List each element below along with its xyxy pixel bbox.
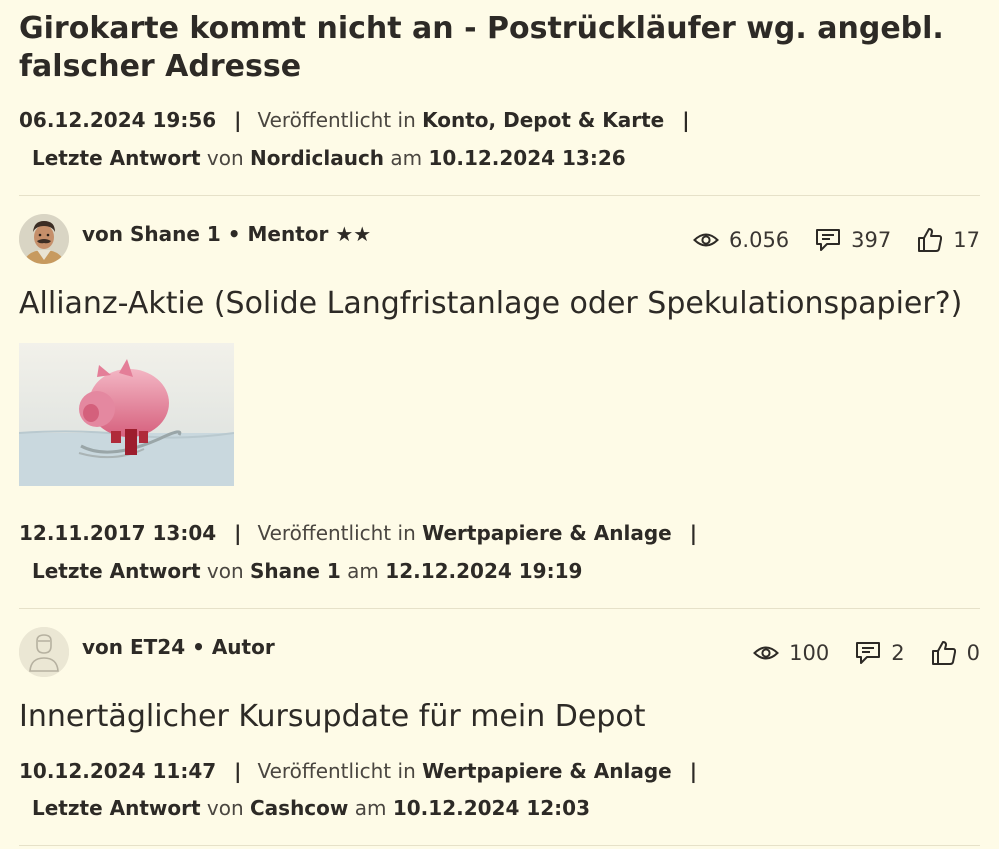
topic-stats: 100 2 0 (727, 640, 980, 666)
last-reply-date-link[interactable]: 12.12.2024 19:19 (385, 559, 582, 583)
separator: | (689, 521, 698, 545)
replies-count: 397 (851, 228, 892, 252)
separator: | (234, 521, 242, 545)
board-link[interactable]: Wertpapiere & Anlage (422, 521, 672, 545)
replies-count: 2 (891, 641, 905, 665)
post-date: 06.12.2024 19:56 (19, 108, 217, 132)
topic-title-link[interactable]: Allianz-Aktie (Solide Langfristanlage od… (19, 285, 962, 323)
am-label: am (354, 796, 387, 820)
last-reply-label: Letzte Antwort (32, 796, 201, 820)
comment-icon (816, 229, 841, 251)
last-reply-label: Letzte Antwort (32, 559, 201, 583)
am-label: am (390, 146, 423, 170)
separator: | (689, 759, 698, 783)
avatar[interactable] (19, 214, 69, 264)
comment-icon (856, 642, 881, 664)
divider (19, 608, 980, 609)
last-reply-line: Letzte Antwort von Nordiclauch am 10.12.… (32, 145, 626, 171)
likes-count: 17 (953, 228, 980, 252)
topic-thumbnail[interactable] (19, 343, 234, 486)
published-label: Veröffentlicht in (257, 108, 416, 132)
piggy-bank-image (19, 343, 234, 486)
board-link[interactable]: Wertpapiere & Anlage (422, 759, 672, 783)
post-date: 12.11.2017 13:04 (19, 521, 217, 545)
topic-meta: 06.12.2024 19:56 | Veröffentlicht in Konto… (19, 107, 706, 133)
replies-stat: 397 (815, 228, 891, 252)
author-row: von Shane 1 • Mentor ★★ 6.056 397 17 (19, 214, 980, 264)
likes-count: 0 (966, 641, 980, 665)
published-label: Veröffentlicht in (257, 759, 416, 783)
author-line[interactable]: von ET24 • Autor (82, 635, 275, 659)
last-reply-user-link[interactable]: Shane 1 (250, 559, 341, 583)
von-label: von (206, 796, 244, 820)
topic-title-link[interactable]: Girokarte kommt nicht an - Postrückläufe… (19, 10, 979, 86)
views-stat: 100 (753, 641, 829, 665)
views-count: 6.056 (729, 228, 790, 252)
last-reply-line: Letzte Antwort von Cashcow am 10.12.2024… (32, 795, 590, 821)
separator: | (682, 108, 690, 132)
divider (19, 195, 980, 196)
views-count: 100 (789, 641, 830, 665)
post-date: 10.12.2024 11:47 (19, 759, 217, 783)
separator: | (234, 108, 242, 132)
thumbs-up-icon (931, 641, 956, 665)
am-label: am (347, 559, 379, 583)
separator: | (234, 759, 242, 783)
likes-stat: 17 (917, 227, 980, 253)
von-label: von (206, 559, 244, 583)
last-reply-date-link[interactable]: 10.12.2024 12:03 (393, 796, 590, 820)
last-reply-label: Letzte Antwort (32, 146, 201, 170)
views-stat: 6.056 (693, 228, 789, 252)
eye-icon (693, 233, 719, 247)
von-label: von (206, 146, 244, 170)
last-reply-user-link[interactable]: Cashcow (250, 796, 348, 820)
topic-meta: 10.12.2024 11:47 | Veröffentlicht in Wertp… (19, 758, 713, 784)
author-row: von ET24 • Autor 100 2 0 (19, 627, 980, 677)
topic-meta: 12.11.2017 13:04 | Veröffentlicht in Wertp… (19, 520, 713, 546)
replies-stat: 2 (855, 641, 905, 665)
topic-title-link[interactable]: Innertäglicher Kursupdate für mein Depot (19, 698, 645, 736)
published-label: Veröffentlicht in (257, 521, 416, 545)
thumbs-up-icon (918, 228, 943, 252)
eye-icon (753, 646, 780, 660)
likes-stat: 0 (931, 640, 980, 666)
avatar[interactable] (19, 627, 69, 677)
last-reply-date-link[interactable]: 10.12.2024 13:26 (429, 146, 626, 170)
default-user-icon (19, 627, 69, 677)
last-reply-user-link[interactable]: Nordiclauch (250, 146, 384, 170)
user-photo-icon (19, 214, 69, 264)
divider (19, 845, 980, 846)
last-reply-line: Letzte Antwort von Shane 1 am 12.12.2024… (32, 558, 582, 584)
author-line[interactable]: von Shane 1 • Mentor ★★ (82, 222, 371, 246)
topic-stats: 6.056 397 17 (667, 227, 980, 253)
board-link[interactable]: Konto, Depot & Karte (422, 108, 664, 132)
